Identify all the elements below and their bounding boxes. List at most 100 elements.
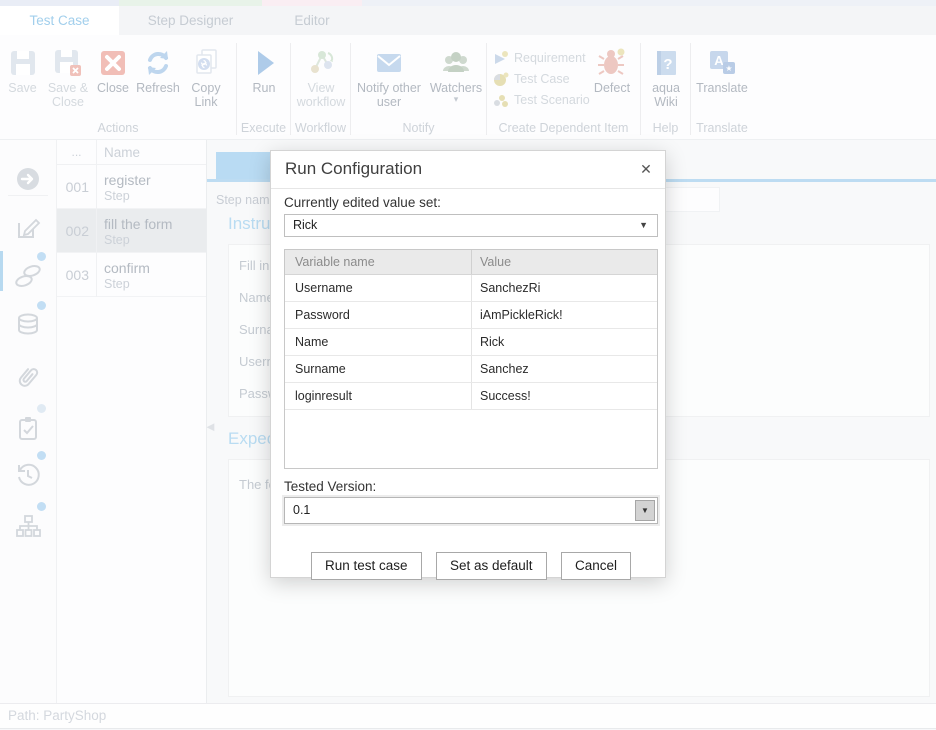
run-test-case-button[interactable]: Run test case (311, 552, 422, 580)
edit-icon (15, 215, 41, 241)
variable-name-header: Variable name (285, 250, 472, 274)
step-row-002[interactable]: 002 fill the form Step (57, 209, 206, 253)
tab-step-designer[interactable]: Step Designer (119, 6, 262, 35)
sidebar-item-edit[interactable] (0, 207, 56, 251)
dialog-title: Run Configuration (285, 159, 422, 179)
table-row[interactable]: loginresult Success! (285, 383, 657, 410)
notify-other-user-button[interactable]: Notify other user (353, 43, 425, 117)
value-set-dropdown[interactable]: Rick ▼ (284, 214, 658, 237)
translate-label: Translate (691, 81, 753, 95)
tasks-icon (15, 415, 41, 441)
close-button[interactable]: Close (91, 43, 135, 117)
view-workflow-button[interactable]: View workflow (291, 43, 351, 117)
step-name: confirm (104, 260, 150, 276)
close-label: Close (91, 81, 135, 95)
tab-test-case[interactable]: Test Case (0, 6, 119, 35)
expected-results-heading: Expec (228, 429, 275, 449)
left-sidebar (0, 140, 57, 703)
ribbon-group-actions-label: Actions (0, 121, 236, 135)
hierarchy-notification-dot (37, 502, 46, 511)
step-list: ... Name 001 register Step 002 fill the … (57, 140, 207, 703)
sidebar-separator (8, 195, 48, 196)
variable-name-cell: Surname (285, 356, 472, 382)
create-test-case-button[interactable]: Test Case (493, 68, 590, 89)
ribbon-group-translate: A★ Translate Translate (691, 43, 753, 135)
tested-version-selected: 0.1 (293, 503, 310, 517)
defect-button[interactable]: Defect (587, 43, 637, 117)
set-as-default-button[interactable]: Set as default (436, 552, 547, 580)
ribbon-group-execute-label: Execute (237, 121, 290, 135)
requirement-icon (493, 50, 509, 66)
table-row[interactable]: Name Rick (285, 329, 657, 356)
close-icon[interactable]: ✕ (635, 158, 657, 180)
run-configuration-dialog: Run Configuration ✕ Currently edited val… (270, 150, 666, 578)
collapse-panel-arrow-icon[interactable]: ◄ (204, 419, 217, 434)
svg-text:A: A (714, 53, 724, 68)
sidebar-item-hierarchy[interactable] (0, 505, 56, 549)
table-row[interactable]: Password iAmPickleRick! (285, 302, 657, 329)
value-set-label: Currently edited value set: (284, 195, 658, 210)
defect-label: Defect (587, 81, 637, 95)
tasks-notification-dot (37, 404, 46, 413)
save-button[interactable]: Save (0, 43, 45, 117)
sidebar-item-tasks[interactable] (0, 407, 56, 451)
sidebar-item-attachments[interactable] (0, 356, 56, 400)
variable-name-cell: Name (285, 329, 472, 355)
refresh-label: Refresh (135, 81, 181, 95)
envelope-icon (373, 47, 405, 79)
variable-name-cell: Password (285, 302, 472, 328)
ribbon-group-create-dependent-item: Requirement Test Case Test Scenario (487, 43, 641, 135)
tab-editor[interactable]: Editor (262, 6, 362, 35)
refresh-button[interactable]: Refresh (135, 43, 181, 117)
step-name: register (104, 172, 151, 188)
create-test-scenario-button[interactable]: Test Scenario (493, 89, 590, 110)
test-case-icon (493, 71, 509, 87)
variable-name-cell: loginresult (285, 383, 472, 409)
refresh-icon (142, 47, 174, 79)
ribbon-group-execute: Run Execute (237, 43, 291, 135)
cancel-button[interactable]: Cancel (561, 552, 631, 580)
table-row[interactable]: Surname Sanchez (285, 356, 657, 383)
sidebar-item-steps[interactable] (0, 255, 56, 299)
step-name: fill the form (104, 216, 172, 232)
breadcrumb-path: Path: PartyShop (8, 708, 106, 723)
ribbon-group-actions: Save Save & Close Close Refresh (0, 43, 237, 135)
history-icon (15, 462, 41, 488)
aqua-wiki-button[interactable]: ? aqua Wiki (641, 43, 691, 117)
save-and-close-label: Save & Close (45, 81, 91, 109)
watchers-button[interactable]: Watchers ▾ (427, 43, 485, 117)
step-list-header-index: ... (57, 140, 97, 165)
create-requirement-button[interactable]: Requirement (493, 47, 590, 68)
create-requirement-label: Requirement (514, 51, 586, 65)
copy-link-icon (190, 47, 222, 79)
translate-button[interactable]: A★ Translate (691, 43, 753, 117)
data-notification-dot (37, 301, 46, 310)
accent-band-rest (362, 0, 936, 6)
close-red-icon (97, 47, 129, 79)
instructions-line: Name (239, 290, 274, 305)
variable-value-cell: Success! (472, 383, 657, 409)
variables-table: Variable name Value Username SanchezRi P… (284, 249, 658, 469)
dropdown-button[interactable]: ▼ (635, 500, 655, 521)
tested-version-dropdown[interactable]: 0.1 ▼ (284, 497, 658, 524)
table-row[interactable]: Username SanchezRi (285, 275, 657, 302)
sidebar-item-history[interactable] (0, 454, 56, 498)
arrow-circle-icon (15, 166, 41, 192)
test-scenario-icon (493, 92, 509, 108)
value-set-selected: Rick (293, 218, 317, 232)
save-and-close-button[interactable]: Save & Close (45, 43, 91, 117)
step-row-003[interactable]: 003 confirm Step (57, 253, 206, 297)
save-icon (7, 47, 39, 79)
instructions-line: Fill in (239, 258, 269, 273)
step-row-001[interactable]: 001 register Step (57, 165, 206, 209)
defect-icon (596, 47, 628, 79)
ribbon-group-help: ? aqua Wiki Help (641, 43, 691, 135)
attachment-icon (15, 364, 41, 390)
ribbon-group-help-label: Help (641, 121, 690, 135)
step-type: Step (104, 277, 130, 291)
variable-value-cell: Rick (472, 329, 657, 355)
run-button[interactable]: Run (237, 43, 291, 117)
sidebar-item-data[interactable] (0, 304, 56, 348)
watchers-icon (440, 47, 472, 79)
copy-link-button[interactable]: Copy Link (181, 43, 231, 117)
